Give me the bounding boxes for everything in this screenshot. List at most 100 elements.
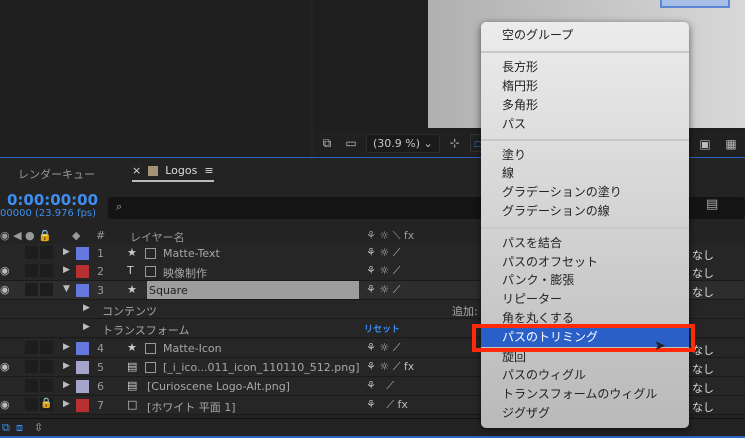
menu-item[interactable]: 空のグループ: [481, 26, 689, 45]
parent-select[interactable]: なし: [692, 399, 714, 415]
lock-toggle[interactable]: [40, 360, 53, 373]
lock-toggle[interactable]: [40, 341, 53, 354]
frame-rate: 00000 (23.976 fps): [0, 208, 97, 219]
layer-source-icon: [145, 248, 156, 259]
menu-item[interactable]: パス: [481, 115, 689, 134]
menu-item[interactable]: パンク・膨張: [481, 271, 689, 290]
lock-toggle[interactable]: [40, 379, 53, 392]
solo-toggle[interactable]: [25, 264, 38, 277]
expand-icon[interactable]: ▶: [63, 399, 70, 409]
expand-icon[interactable]: ▶: [83, 322, 90, 332]
lock-toggle[interactable]: [40, 283, 53, 296]
viewer-toolbar-right: ▣ ▦: [696, 135, 740, 153]
expand-icon[interactable]: ▶: [83, 303, 90, 313]
shy-switch-icon[interactable]: ⚘ ⟋ fx: [366, 398, 408, 412]
layer-name[interactable]: Matte-Icon: [163, 342, 222, 355]
layer-switches-icon[interactable]: ⧉: [2, 421, 10, 435]
column-switches: ⚘ ☼ ⟍ fx: [366, 229, 415, 242]
eye-icon[interactable]: ◉: [0, 360, 10, 373]
expand-icon[interactable]: ▶: [63, 361, 70, 371]
menu-item[interactable]: ジグザグ: [481, 404, 689, 423]
eye-icon[interactable]: ◉: [0, 264, 10, 277]
column-layer-name[interactable]: レイヤー名: [130, 229, 185, 245]
menu-item[interactable]: リピーター: [481, 290, 689, 309]
label-color[interactable]: [76, 284, 89, 297]
monitor-icon[interactable]: ▭: [342, 134, 360, 152]
shy-switch-icon[interactable]: ⚘ ☼ ⟋: [366, 341, 400, 355]
lock-toggle[interactable]: [40, 246, 53, 259]
menu-item[interactable]: トランスフォームのウィグル: [481, 385, 689, 404]
layer-type-icon: ★: [127, 283, 137, 296]
menu-item[interactable]: パスのウィグル: [481, 366, 689, 385]
menu-item[interactable]: グラデーションの線: [481, 202, 689, 221]
menu-item[interactable]: 塗り: [481, 146, 689, 165]
solo-toggle[interactable]: [25, 360, 38, 373]
label-color[interactable]: [76, 265, 89, 278]
menu-item[interactable]: 多角形: [481, 96, 689, 115]
close-icon[interactable]: ×: [132, 164, 141, 177]
comp-flowchart-icon[interactable]: ▤: [706, 197, 718, 212]
shy-switch-icon[interactable]: ⚘ ☼ ⟋ fx: [366, 360, 414, 374]
solo-toggle[interactable]: [25, 379, 38, 392]
layer-name[interactable]: [_i_ico...011_icon_110110_512.png]: [163, 361, 360, 374]
solo-toggle[interactable]: [25, 283, 38, 296]
parent-select[interactable]: なし: [692, 342, 714, 358]
search-icon: ⌕: [116, 200, 123, 213]
zoom-select[interactable]: (30.9 %) ⌄: [366, 133, 440, 153]
menu-item[interactable]: パスを結合: [481, 234, 689, 253]
layer-name[interactable]: Matte-Text: [163, 247, 220, 260]
parent-select[interactable]: なし: [692, 361, 714, 377]
label-color[interactable]: [76, 361, 89, 374]
menu-item[interactable]: 楕円形: [481, 77, 689, 96]
menu-separator: [481, 139, 689, 141]
preview-icon[interactable]: ⧉: [318, 134, 336, 152]
transparency-grid-icon[interactable]: ▦: [722, 135, 740, 153]
menu-item[interactable]: グラデーションの塗り: [481, 183, 689, 202]
menu-item[interactable]: パスのオフセット: [481, 253, 689, 272]
expand-icon[interactable]: ▼: [63, 284, 70, 294]
shape-layer-bounds[interactable]: [660, 0, 730, 8]
shy-switch-icon[interactable]: ⚘ ⟋: [366, 379, 394, 393]
expand-icon[interactable]: ▶: [63, 342, 70, 352]
expand-icon[interactable]: ▶: [63, 247, 70, 257]
expand-icon[interactable]: ▶: [63, 265, 70, 275]
menu-item[interactable]: 長方形: [481, 58, 689, 77]
layer-name[interactable]: Square: [147, 281, 359, 299]
label-color[interactable]: [76, 342, 89, 355]
project-panel: [0, 0, 310, 157]
expand-icon[interactable]: ▶: [63, 380, 70, 390]
shy-switch-icon[interactable]: ⚘ ☼ ⟋: [366, 264, 400, 278]
parent-select[interactable]: なし: [692, 247, 714, 263]
solo-toggle[interactable]: [25, 398, 38, 411]
menu-item[interactable]: 線: [481, 164, 689, 183]
transfer-modes-icon[interactable]: ⧈: [16, 421, 23, 435]
panel-menu-icon[interactable]: ≡: [204, 164, 213, 177]
layer-name[interactable]: [ホワイト 平面 1]: [147, 399, 236, 415]
lock-toggle[interactable]: [40, 264, 53, 277]
tab-render-queue[interactable]: レンダーキュー: [18, 166, 95, 182]
layer-name[interactable]: 映像制作: [163, 265, 207, 281]
eye-icon[interactable]: ◉: [0, 283, 10, 296]
solo-toggle[interactable]: [25, 246, 38, 259]
reset-link[interactable]: リセット: [364, 322, 400, 335]
label-color[interactable]: [76, 247, 89, 260]
region-icon[interactable]: ⊹: [446, 134, 464, 152]
eye-icon[interactable]: ◉: [0, 398, 10, 411]
shy-switch-icon[interactable]: ⚘ ☼ ⟋: [366, 283, 400, 297]
parent-select[interactable]: なし: [692, 265, 714, 281]
current-time[interactable]: 0:00:00:00: [7, 191, 98, 209]
add-label[interactable]: 追加:: [452, 303, 478, 319]
layer-name[interactable]: [Curioscene Logo-Alt.png]: [147, 380, 290, 393]
parent-select[interactable]: なし: [692, 380, 714, 396]
shy-switch-icon[interactable]: ⚘ ☼ ⟋: [366, 246, 400, 260]
solo-toggle[interactable]: [25, 341, 38, 354]
stretch-icon[interactable]: ⇳: [34, 421, 43, 434]
layer-source-icon: [145, 343, 156, 354]
tab-logos[interactable]: × Logos ≡: [132, 164, 214, 182]
layer-type-icon: ★: [127, 246, 137, 259]
parent-select[interactable]: なし: [692, 284, 714, 300]
label-color[interactable]: [76, 380, 89, 393]
lock-toggle[interactable]: 🔒: [40, 398, 53, 411]
label-color[interactable]: [76, 399, 89, 412]
safe-frame-icon[interactable]: ▣: [696, 135, 714, 153]
